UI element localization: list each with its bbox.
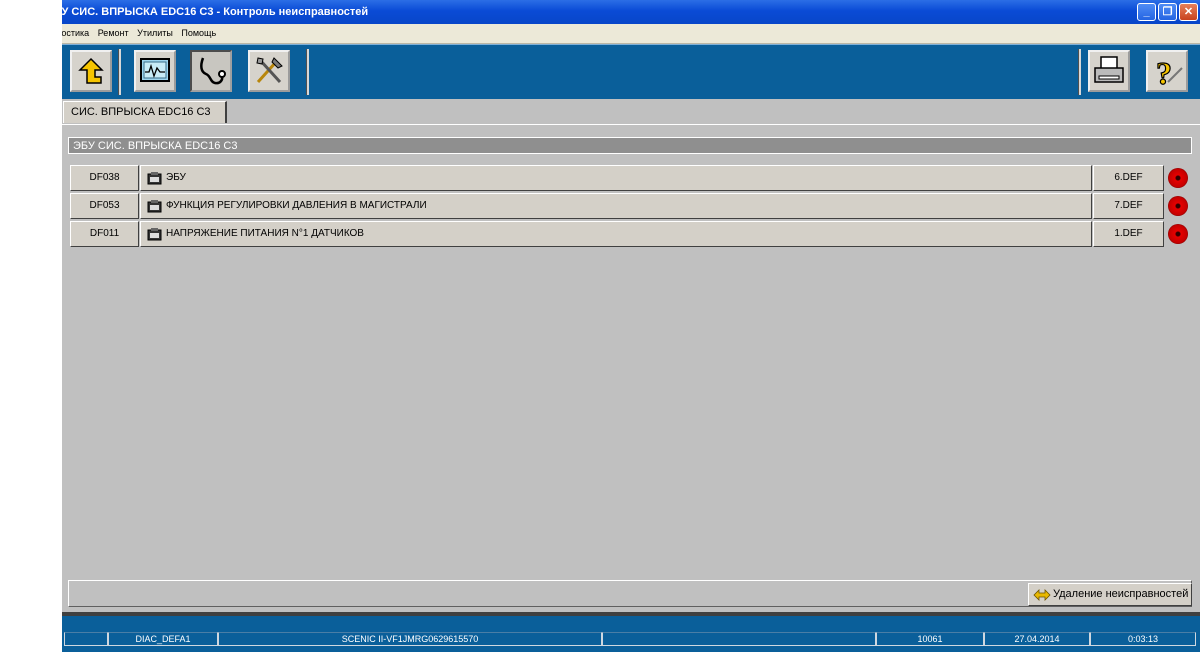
action-bar: Удаление неисправностей xyxy=(68,580,1192,607)
print-button[interactable] xyxy=(1088,50,1130,92)
toolbar: ? xyxy=(62,44,1200,100)
status-cell-date: 27.04.2014 xyxy=(984,632,1090,646)
clear-faults-label: Удаление неисправностей xyxy=(1053,588,1189,600)
ecu-section-header: ЭБУ СИС. ВПРЫСКА EDC16 C3 xyxy=(68,137,1192,154)
fault-record-icon xyxy=(147,228,162,241)
status-cell-time: 0:03:13 xyxy=(1090,632,1196,646)
fault-status-indicator xyxy=(1168,196,1188,216)
fault-description-cell[interactable]: ЭБУ xyxy=(140,165,1092,191)
window-title: ЭБУ СИС. ВПРЫСКА EDC16 C3 - Контроль неи… xyxy=(62,6,369,18)
fault-description: НАПРЯЖЕНИЕ ПИТАНИЯ N°1 ДАТЧИКОВ xyxy=(166,228,364,239)
menu-bar: Диагностика Ремонт Утилиты Помощь xyxy=(62,24,1200,44)
fault-row[interactable]: DF053 ФУНКЦИЯ РЕГУЛИРОВКИ ДАВЛЕНИЯ В МАГ… xyxy=(70,193,1168,219)
minimize-button[interactable]: _ xyxy=(1137,3,1156,21)
maximize-button[interactable]: ❐ xyxy=(1158,3,1177,21)
tools-icon xyxy=(256,57,283,84)
clear-faults-button[interactable]: Удаление неисправностей xyxy=(1028,583,1192,606)
help-button[interactable]: ? xyxy=(1146,50,1188,92)
status-cell-empty xyxy=(602,632,876,646)
status-cell-vehicle: SCENIC II-VF1JMRG0629615570 xyxy=(218,632,602,646)
stethoscope-icon xyxy=(200,57,226,85)
measures-button[interactable] xyxy=(134,50,176,92)
printer-icon xyxy=(1094,56,1124,83)
svg-text:?: ? xyxy=(1156,55,1172,90)
fault-status-indicator xyxy=(1168,168,1188,188)
fault-description: ФУНКЦИЯ РЕГУЛИРОВКИ ДАВЛЕНИЯ В МАГИСТРАЛ… xyxy=(166,200,427,211)
fault-row[interactable]: DF038 ЭБУ 6.DEF xyxy=(70,165,1168,191)
menu-repair[interactable]: Ремонт xyxy=(98,28,129,38)
status-cell-code: 10061 xyxy=(876,632,984,646)
tab-divider xyxy=(62,124,1200,125)
title-bar: ЭБУ СИС. ВПРЫСКА EDC16 C3 - Контроль неи… xyxy=(62,0,1200,24)
fault-code[interactable]: DF053 xyxy=(70,193,139,219)
help-icon: ? xyxy=(1155,54,1183,92)
fault-code[interactable]: DF011 xyxy=(70,221,139,247)
tab-strip: СИС. ВПРЫСКА EDC16 C3 xyxy=(62,99,1200,125)
toolbar-separator xyxy=(118,49,121,95)
fault-record-icon xyxy=(147,172,162,185)
menu-diagnostics[interactable]: Диагностика xyxy=(62,28,89,38)
fault-description-cell[interactable]: ФУНКЦИЯ РЕГУЛИРОВКИ ДАВЛЕНИЯ В МАГИСТРАЛ… xyxy=(140,193,1092,219)
oscilloscope-icon xyxy=(140,58,170,82)
close-button[interactable]: ✕ xyxy=(1179,3,1198,21)
fault-code[interactable]: DF038 xyxy=(70,165,139,191)
diagnostic-button[interactable] xyxy=(190,50,232,92)
fault-description-cell[interactable]: НАПРЯЖЕНИЕ ПИТАНИЯ N°1 ДАТЧИКОВ xyxy=(140,221,1092,247)
tab-ecu[interactable]: СИС. ВПРЫСКА EDC16 C3 xyxy=(63,101,227,123)
fault-state: 6.DEF xyxy=(1093,165,1164,191)
menu-utilities[interactable]: Утилиты xyxy=(137,28,173,38)
toolbar-separator xyxy=(1078,49,1081,95)
menu-help[interactable]: Помощь xyxy=(181,28,216,38)
status-cell-module: DIAC_DEFA1 xyxy=(108,632,218,646)
application-window: ЭБУ СИС. ВПРЫСКА EDC16 C3 - Контроль неи… xyxy=(62,0,1200,652)
repair-button[interactable] xyxy=(248,50,290,92)
fault-record-icon xyxy=(147,200,162,213)
fault-row[interactable]: DF011 НАПРЯЖЕНИЕ ПИТАНИЯ N°1 ДАТЧИКОВ 1.… xyxy=(70,221,1168,247)
fault-state: 7.DEF xyxy=(1093,193,1164,219)
back-up-arrow-icon xyxy=(78,57,104,84)
back-button[interactable] xyxy=(70,50,112,92)
status-bar: DIAC_DEFA1 SCENIC II-VF1JMRG0629615570 1… xyxy=(62,616,1200,652)
fault-description: ЭБУ xyxy=(166,172,186,183)
fault-status-indicator xyxy=(1168,224,1188,244)
fault-state: 1.DEF xyxy=(1093,221,1164,247)
status-cell-blank xyxy=(64,632,108,646)
clear-faults-icon xyxy=(1033,589,1051,601)
toolbar-separator xyxy=(306,49,309,95)
